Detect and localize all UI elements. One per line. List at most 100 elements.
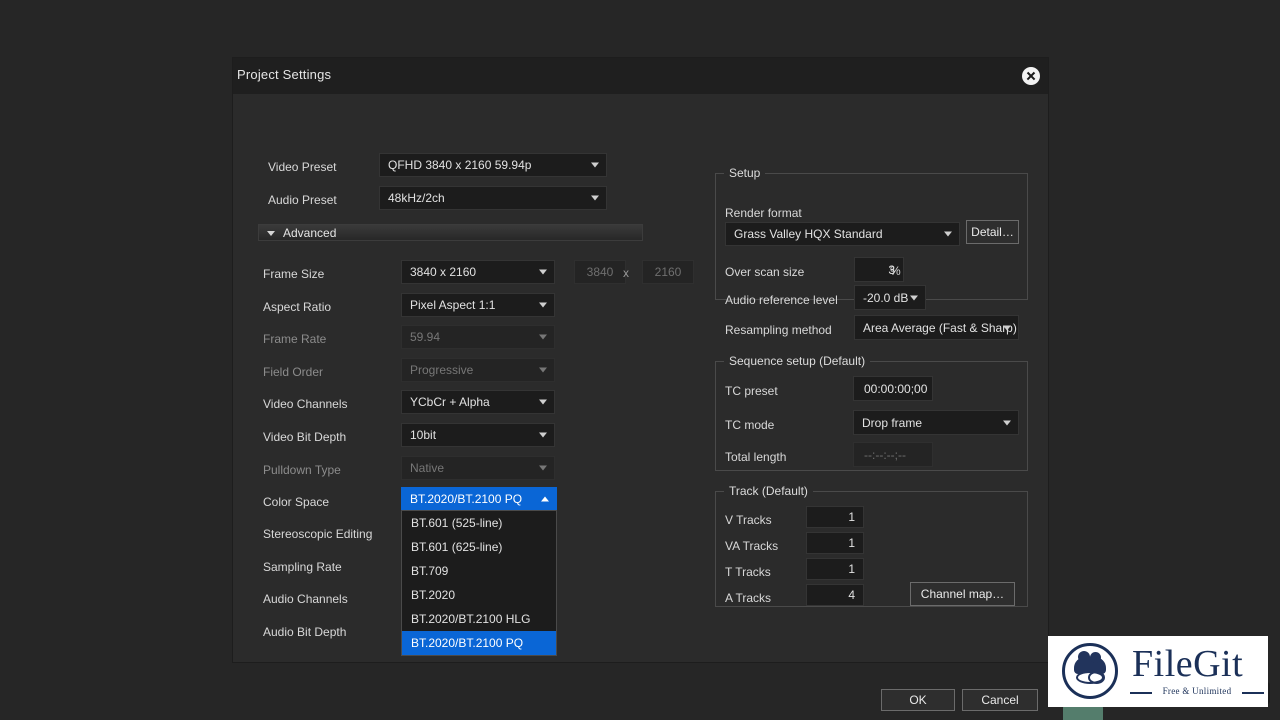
resampling-method-combo[interactable]: Area Average (Fast & Sharp) — [854, 315, 1019, 340]
chevron-down-icon — [1003, 420, 1011, 425]
detail-button[interactable]: Detail… — [966, 220, 1019, 244]
total-length-field: --:--:--;-- — [853, 442, 933, 467]
screen: Project Settings Video Preset QFHD 3840 … — [0, 0, 1280, 720]
audio-reference-level-combo[interactable]: -20.0 dB — [854, 285, 926, 310]
label-resampling-method: Resampling method — [725, 323, 832, 337]
t-tracks-field[interactable]: 1 — [806, 558, 864, 580]
a-tracks-field[interactable]: 4 — [806, 584, 864, 606]
va-tracks-field[interactable]: 1 — [806, 532, 864, 554]
v-tracks-field[interactable]: 1 — [806, 506, 864, 528]
audio-reference-level-value: -20.0 dB — [863, 290, 909, 305]
v-tracks-value: 1 — [848, 510, 855, 524]
video-bit-depth-combo[interactable]: 10bit — [401, 423, 555, 447]
video-preset-combo[interactable]: QFHD 3840 x 2160 59.94p — [379, 153, 607, 177]
chevron-down-icon — [539, 269, 547, 275]
label-frame-size: Frame Size — [263, 267, 325, 281]
track-group-title: Track (Default) — [724, 484, 813, 498]
frame-size-separator: x — [623, 266, 629, 280]
chevron-down-icon — [539, 367, 547, 373]
video-channels-combo[interactable]: YCbCr + Alpha — [401, 390, 555, 414]
project-settings-dialog: Project Settings Video Preset QFHD 3840 … — [233, 58, 1048, 711]
frame-width-field: 3840 — [574, 260, 626, 284]
chevron-down-icon — [944, 231, 952, 237]
render-format-combo[interactable]: Grass Valley HQX Standard — [725, 222, 960, 246]
chevron-down-icon — [539, 399, 547, 405]
tagline-rule-right — [1242, 692, 1264, 694]
frame-width-value: 3840 — [586, 265, 614, 279]
chevron-down-icon — [539, 465, 547, 471]
dropdown-option[interactable]: BT.2020/BT.2100 HLG — [402, 607, 556, 631]
label-audio-preset: Audio Preset — [268, 193, 337, 207]
frame-size-combo[interactable]: 3840 x 2160 — [401, 260, 555, 284]
setup-group-title: Setup — [724, 166, 766, 180]
pulldown-type-combo: Native — [401, 456, 555, 480]
total-length-value: --:--:--;-- — [864, 447, 906, 462]
sequence-setup-group-title: Sequence setup (Default) — [724, 354, 871, 368]
label-video-bit-depth: Video Bit Depth — [263, 430, 347, 444]
frame-rate-value: 59.94 — [410, 330, 441, 344]
tc-mode-combo[interactable]: Drop frame — [853, 410, 1019, 435]
label-va-tracks: VA Tracks — [725, 539, 779, 553]
color-space-dropdown[interactable]: BT.601 (525-line) BT.601 (625-line) BT.7… — [401, 510, 557, 656]
chevron-down-icon — [910, 295, 918, 300]
label-stereoscopic-editing: Stereoscopic Editing — [263, 527, 373, 541]
aspect-ratio-combo[interactable]: Pixel Aspect 1:1 — [401, 293, 555, 317]
tc-preset-value: 00:00:00;00 — [864, 381, 928, 396]
cancel-button[interactable]: Cancel — [962, 689, 1038, 711]
color-space-value: BT.2020/BT.2100 PQ — [410, 491, 523, 506]
render-format-value: Grass Valley HQX Standard — [734, 227, 883, 241]
chevron-down-icon — [267, 231, 275, 236]
label-aspect-ratio: Aspect Ratio — [263, 300, 332, 314]
label-v-tracks: V Tracks — [725, 513, 772, 527]
label-color-space: Color Space — [263, 495, 330, 509]
label-t-tracks: T Tracks — [725, 565, 771, 579]
label-audio-channels: Audio Channels — [263, 592, 348, 606]
infinity-icon-right — [1088, 671, 1105, 684]
audio-preset-combo[interactable]: 48kHz/2ch — [379, 186, 607, 210]
filegit-watermark: FileGit Free & Unlimited — [1048, 636, 1268, 707]
dialog-title: Project Settings — [237, 67, 332, 82]
brand-tagline: Free & Unlimited — [1162, 686, 1232, 696]
chevron-down-icon — [539, 302, 547, 308]
advanced-section-toggle[interactable]: Advanced — [258, 224, 643, 241]
aspect-ratio-value: Pixel Aspect 1:1 — [410, 298, 496, 312]
label-video-channels: Video Channels — [263, 397, 348, 411]
label-a-tracks: A Tracks — [725, 591, 772, 605]
label-render-format: Render format — [725, 206, 802, 220]
close-icon[interactable] — [1022, 67, 1040, 85]
dialog-body: Video Preset QFHD 3840 x 2160 59.94p Aud… — [233, 94, 1048, 711]
label-total-length: Total length — [725, 450, 787, 464]
dropdown-option-selected[interactable]: BT.2020/BT.2100 PQ — [402, 631, 556, 655]
brand-tagline-wrap: Free & Unlimited — [1130, 686, 1264, 698]
dropdown-option[interactable]: BT.2020 — [402, 583, 556, 607]
tc-mode-value: Drop frame — [862, 415, 923, 430]
video-channels-value: YCbCr + Alpha — [410, 395, 490, 409]
dropdown-option[interactable]: BT.601 (525-line) — [402, 511, 556, 535]
t-tracks-value: 1 — [848, 562, 855, 576]
label-audio-bit-depth: Audio Bit Depth — [263, 625, 347, 639]
channel-map-button[interactable]: Channel map… — [910, 582, 1015, 606]
color-space-combo[interactable]: BT.2020/BT.2100 PQ — [401, 487, 557, 510]
label-video-preset: Video Preset — [268, 160, 337, 174]
field-order-value: Progressive — [410, 363, 474, 377]
dropdown-option[interactable]: BT.709 — [402, 559, 556, 583]
chevron-down-icon — [539, 432, 547, 438]
frame-rate-combo: 59.94 — [401, 325, 555, 349]
pulldown-type-value: Native — [410, 461, 445, 475]
video-bit-depth-value: 10bit — [410, 428, 437, 442]
label-audio-reference-level: Audio reference level — [725, 293, 838, 307]
label-field-order: Field Order — [263, 365, 324, 379]
dropdown-option[interactable]: BT.601 (625-line) — [402, 535, 556, 559]
tc-preset-field[interactable]: 00:00:00;00 — [853, 376, 933, 401]
ok-button[interactable]: OK — [881, 689, 955, 711]
label-over-scan-size: Over scan size — [725, 265, 805, 279]
chevron-up-icon — [541, 496, 549, 501]
label-frame-rate: Frame Rate — [263, 332, 327, 346]
label-sampling-rate: Sampling Rate — [263, 560, 342, 574]
over-scan-size-unit: % — [890, 264, 901, 278]
label-tc-preset: TC preset — [725, 384, 778, 398]
frame-height-value: 2160 — [654, 265, 682, 279]
label-tc-mode: TC mode — [725, 418, 775, 432]
advanced-label: Advanced — [283, 226, 337, 240]
frame-height-field: 2160 — [642, 260, 694, 284]
